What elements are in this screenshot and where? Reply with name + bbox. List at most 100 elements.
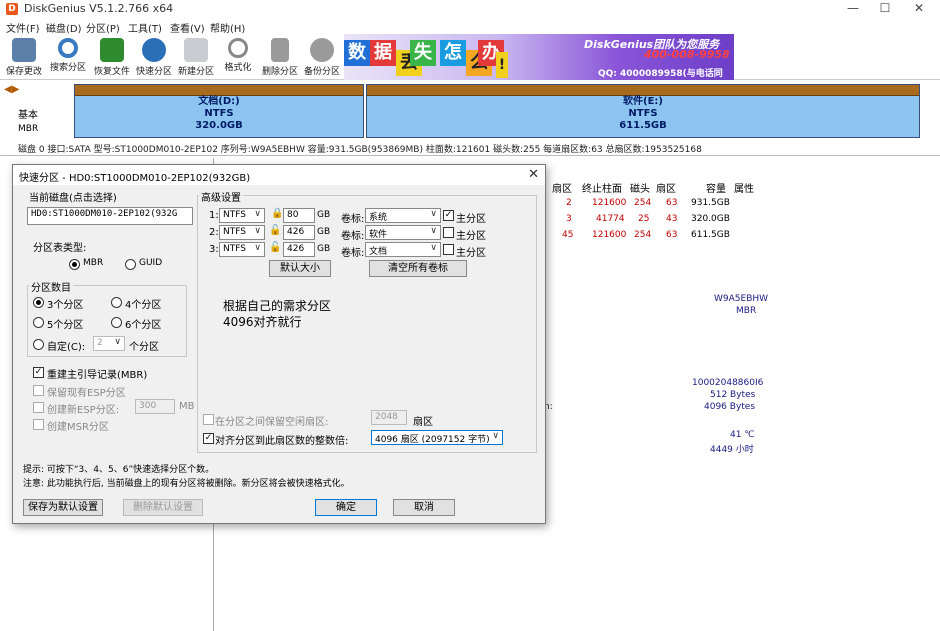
- detail-value: 10002048860I6: [692, 378, 764, 388]
- partition-3-volume-select[interactable]: 文档: [365, 242, 441, 257]
- search-partition-label: 搜索分区: [49, 63, 86, 73]
- recover-files-button[interactable]: 恢复文件: [92, 36, 132, 78]
- cell: 254: [634, 230, 652, 240]
- partition-bar: [75, 85, 363, 96]
- col-header[interactable]: 容量: [706, 180, 726, 195]
- partition-2-fs-select[interactable]: NTFS: [219, 225, 265, 240]
- delete-partition-button[interactable]: 删除分区: [260, 36, 300, 78]
- banner-tile: 数: [344, 40, 370, 66]
- volume-label-label: 卷标:: [341, 231, 365, 242]
- reserve-sectors-input[interactable]: 2048: [371, 410, 407, 425]
- menu-disk[interactable]: 磁盘(D): [46, 20, 82, 35]
- unlock-icon[interactable]: 🔓: [269, 242, 281, 253]
- partition-1-volume-select[interactable]: 系统: [365, 208, 441, 223]
- count-4-radio[interactable]: [111, 297, 122, 308]
- minimize-button[interactable]: —: [836, 0, 870, 18]
- create-msr-checkbox[interactable]: [33, 419, 44, 430]
- partition-1-fs-select[interactable]: NTFS: [219, 208, 265, 223]
- col-header[interactable]: 扇区: [552, 180, 572, 195]
- maximize-button[interactable]: ☐: [868, 0, 902, 18]
- reserve-sectors-checkbox[interactable]: [203, 414, 214, 425]
- clear-labels-button[interactable]: 清空所有卷标: [369, 260, 467, 277]
- ad-banner[interactable]: 数 据 丢 失 怎 么 办 ! DiskGenius团队为您服务 400-008…: [344, 34, 734, 80]
- partition-2-primary-checkbox[interactable]: [443, 227, 454, 238]
- dialog-close-button[interactable]: ✕: [528, 167, 539, 182]
- save-default-button[interactable]: 保存为默认设置: [23, 499, 103, 516]
- close-button[interactable]: ✕: [902, 0, 936, 18]
- esp-size-input[interactable]: 300: [135, 399, 175, 414]
- ok-button[interactable]: 确定: [315, 499, 377, 516]
- cancel-button[interactable]: 取消: [393, 499, 455, 516]
- disk-info-bar: 磁盘 0 接口:SATA 型号:ST1000DM010-2EP102 序列号:W…: [0, 142, 940, 156]
- current-disk-label: 当前磁盘(点击选择): [29, 193, 117, 204]
- align-sectors-select[interactable]: 4096 扇区 (2097152 字节): [371, 430, 503, 445]
- menu-help[interactable]: 帮助(H): [210, 20, 245, 35]
- recover-icon: [100, 38, 124, 62]
- partition-block-e[interactable]: 软件(E:) NTFS 611.5GB: [366, 84, 920, 138]
- menu-file[interactable]: 文件(F): [6, 20, 40, 35]
- guid-radio[interactable]: [125, 259, 136, 270]
- mbr-radio[interactable]: [69, 259, 80, 270]
- user-note: 根据自己的需求分区: [223, 299, 332, 313]
- partition-name: 软件(E:): [623, 96, 663, 107]
- align-partitions-label: 对齐分区到此扇区数的整数倍:: [215, 436, 349, 447]
- col-header[interactable]: 扇区: [656, 180, 676, 195]
- save-changes-button[interactable]: 保存更改: [4, 36, 44, 78]
- unlock-icon[interactable]: 🔓: [269, 225, 281, 236]
- count-3-radio[interactable]: [33, 297, 44, 308]
- volume-label-label: 卷标:: [341, 214, 365, 225]
- create-esp-checkbox[interactable]: [33, 402, 44, 413]
- keep-esp-label: 保留现有ESP分区: [47, 388, 126, 399]
- col-header[interactable]: 属性: [734, 180, 754, 195]
- disk-serial: W9A5EBHW: [714, 294, 769, 304]
- custom-count-radio[interactable]: [33, 339, 44, 350]
- current-disk-selector[interactable]: HD0:ST1000DM010-2EP102(932G: [27, 207, 193, 225]
- cell: 25: [638, 214, 650, 224]
- quick-partition-button[interactable]: 快速分区: [134, 36, 174, 78]
- format-icon: [228, 38, 248, 58]
- reserve-sectors-unit: 扇区: [413, 417, 433, 428]
- backup-partition-button[interactable]: 备份分区: [302, 36, 342, 78]
- lock-icon[interactable]: 🔒: [271, 208, 283, 219]
- app-icon: D: [6, 3, 18, 15]
- menu-view[interactable]: 查看(V): [170, 20, 205, 35]
- partition-1-primary-checkbox[interactable]: ✓: [443, 210, 454, 221]
- banner-tile: !: [496, 52, 508, 78]
- disk-nav-icon[interactable]: ◀▶: [4, 84, 19, 95]
- cell: 121600: [592, 230, 627, 240]
- cell: 931.5GB: [691, 198, 730, 208]
- partition-1-size-input[interactable]: 80: [283, 208, 315, 223]
- format-label: 格式化: [224, 63, 252, 73]
- format-button[interactable]: 格式化: [218, 36, 258, 78]
- partition-3-primary-checkbox[interactable]: [443, 244, 454, 255]
- partition-3-size-input[interactable]: 426: [283, 242, 315, 257]
- power-on-hours: 4449 小时: [710, 445, 754, 455]
- partition-row-index: 2:: [209, 227, 219, 238]
- menu-tools[interactable]: 工具(T): [128, 20, 162, 35]
- recover-files-label: 恢复文件: [93, 67, 130, 77]
- count-5-radio[interactable]: [33, 317, 44, 328]
- search-partition-button[interactable]: 搜索分区: [48, 36, 88, 78]
- new-partition-button[interactable]: 新建分区: [176, 36, 216, 78]
- partition-3-fs-select[interactable]: NTFS: [219, 242, 265, 257]
- partition-fs: NTFS: [628, 108, 658, 119]
- default-size-button[interactable]: 默认大小: [269, 260, 331, 277]
- keep-esp-checkbox[interactable]: [33, 385, 44, 396]
- create-msr-label: 创建MSR分区: [47, 422, 109, 433]
- esp-size-unit: MB: [179, 401, 195, 412]
- align-partitions-checkbox[interactable]: ✓: [203, 433, 214, 444]
- delete-icon: [271, 38, 289, 62]
- rebuild-mbr-checkbox[interactable]: ✓: [33, 367, 44, 378]
- partition-2-volume-select[interactable]: 软件: [365, 225, 441, 240]
- partition-2-size-input[interactable]: 426: [283, 225, 315, 240]
- count-6-radio[interactable]: [111, 317, 122, 328]
- menu-partition[interactable]: 分区(P): [86, 20, 120, 35]
- cell: 41774: [596, 214, 625, 224]
- custom-count-select[interactable]: 2: [93, 336, 125, 351]
- col-header[interactable]: 磁头: [630, 180, 650, 195]
- window-title: DiskGenius V5.1.2.766 x64: [24, 2, 174, 15]
- mbr-label: MBR: [83, 258, 104, 268]
- delete-default-button[interactable]: 删除默认设置: [123, 499, 203, 516]
- col-header[interactable]: 终止柱面: [582, 180, 622, 195]
- partition-block-d[interactable]: 文档(D:) NTFS 320.0GB: [74, 84, 364, 138]
